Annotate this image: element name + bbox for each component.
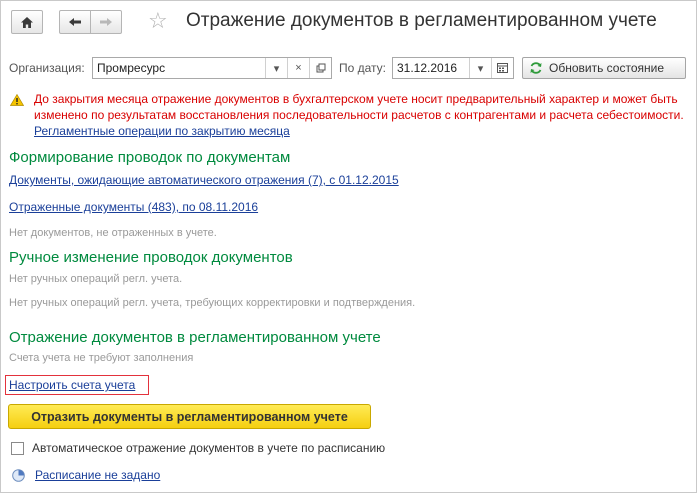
not-posted-status: Нет документов, не отраженных в учете. xyxy=(9,227,217,239)
organization-label: Организация: xyxy=(9,61,85,75)
warning-message: До закрытия месяца отражение документов … xyxy=(34,92,684,122)
date-field[interactable]: 31.12.2016 ▾ xyxy=(392,57,514,79)
arrow-left-icon xyxy=(69,18,81,26)
open-icon[interactable] xyxy=(309,58,331,78)
pending-documents-link[interactable]: Документы, ожидающие автоматического отр… xyxy=(9,173,399,187)
date-label: По дату: xyxy=(339,61,387,75)
home-button[interactable] xyxy=(11,10,43,34)
organization-field[interactable]: Промресурс ▾ × xyxy=(92,57,332,79)
dropdown-icon[interactable]: ▾ xyxy=(469,58,491,78)
schedule-link[interactable]: Расписание не задано xyxy=(35,468,160,482)
posting-section-title: Формирование проводок по документам xyxy=(9,149,291,166)
posted-documents-link[interactable]: Отраженные документы (483), по 08.11.201… xyxy=(9,200,258,214)
auto-reflection-checkbox[interactable] xyxy=(11,442,24,455)
manual-section-title: Ручное изменение проводок документов xyxy=(9,249,293,266)
configure-accounts-link[interactable]: Настроить счета учета xyxy=(9,378,135,392)
arrow-right-icon xyxy=(100,18,112,26)
refresh-button[interactable]: Обновить состояние xyxy=(522,57,686,79)
home-icon xyxy=(21,16,33,28)
page-title: Отражение документов в регламентированно… xyxy=(186,10,657,31)
no-manual-ops-confirm-status: Нет ручных операций регл. учета, требующ… xyxy=(9,297,416,309)
window: ☆ Отражение документов в регламентирован… xyxy=(0,0,697,493)
favorite-star-icon[interactable]: ☆ xyxy=(148,9,168,33)
date-value: 31.12.2016 xyxy=(397,61,458,75)
organization-value: Промресурс xyxy=(97,61,166,75)
warning-icon xyxy=(10,94,24,106)
forward-button[interactable] xyxy=(90,10,122,34)
calendar-icon[interactable] xyxy=(491,58,513,78)
no-manual-ops-status: Нет ручных операций регл. учета. xyxy=(9,273,183,285)
reflection-section-title: Отражение документов в регламентированно… xyxy=(9,329,381,346)
month-closing-link[interactable]: Регламентные операции по закрытию месяца xyxy=(34,124,290,138)
schedule-icon xyxy=(12,469,25,482)
refresh-label: Обновить состояние xyxy=(549,61,665,75)
clear-icon[interactable]: × xyxy=(287,58,309,78)
auto-reflection-label[interactable]: Автоматическое отражение документов в уч… xyxy=(32,441,385,455)
back-button[interactable] xyxy=(59,10,91,34)
dropdown-icon[interactable]: ▾ xyxy=(265,58,287,78)
reflect-documents-button[interactable]: Отразить документы в регламентированном … xyxy=(8,404,371,429)
accounts-status: Счета учета не требуют заполнения xyxy=(9,352,194,364)
refresh-icon xyxy=(530,62,542,74)
